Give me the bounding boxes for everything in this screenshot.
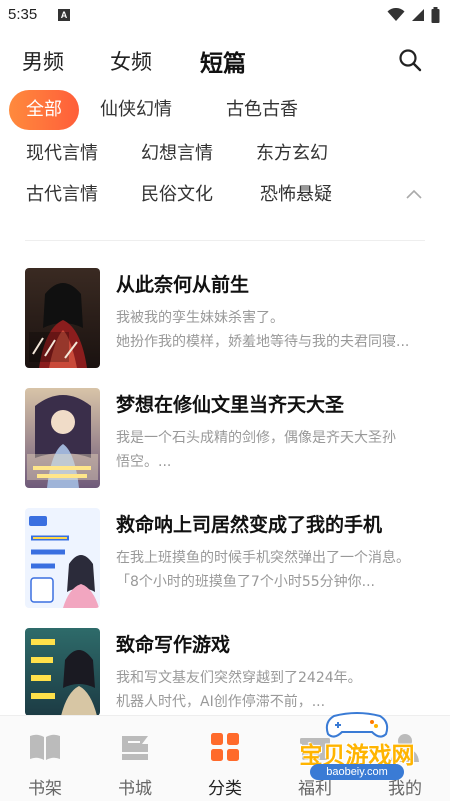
book-cover <box>25 268 100 368</box>
search-icon[interactable] <box>398 48 422 72</box>
divider <box>25 240 425 241</box>
book-item[interactable]: 从此奈何从前生 我被我的孪生妹妹杀害了。 她扮作我的模样，娇羞地等待与我的夫君同… <box>0 268 450 374</box>
book-desc-line: 我和写文基友们突然穿越到了2424年。 <box>116 670 362 686</box>
category-folk-culture[interactable]: 民俗文化 <box>141 177 213 213</box>
book-desc-line: 我被我的孪生妹妹杀害了。 <box>116 310 284 326</box>
category-gusegu[interactable]: 古色古香 <box>226 92 298 128</box>
book-title: 致命写作游戏 <box>116 634 231 656</box>
book-cover <box>25 508 100 608</box>
book-desc-line: 「8个小时的班摸鱼了7个小时55分钟你... <box>116 574 375 590</box>
tab-male[interactable]: 男频 <box>22 46 64 76</box>
status-time: 5:35 <box>8 6 38 23</box>
status-icons <box>387 6 440 24</box>
book-desc-line: 我是一个石头成精的剑修，偶像是齐天大圣孙 <box>116 430 396 446</box>
wifi-icon <box>387 8 405 21</box>
book-cover <box>25 388 100 488</box>
battery-icon <box>431 7 440 23</box>
watermark-url: baobeiy.com <box>310 764 404 780</box>
book-item[interactable]: 梦想在修仙文里当齐天大圣 我是一个石头成精的剑修，偶像是齐天大圣孙 悟空。... <box>0 388 450 494</box>
grid-icon <box>211 733 239 761</box>
nav-bookstore[interactable]: 书城 <box>90 716 180 801</box>
category-row-3: 古代言情 民俗文化 恐怖悬疑 <box>0 177 450 213</box>
book-desc-line: 在我上班摸鱼的时候手机突然弹出了一个消息。 <box>116 550 410 566</box>
category-fantasy-romance[interactable]: 幻想言情 <box>141 136 213 172</box>
book-description: 在我上班摸鱼的时候手机突然弹出了一个消息。 「8个小时的班摸鱼了7个小时55分钟… <box>116 546 428 594</box>
category-all[interactable]: 全部 <box>9 90 79 130</box>
category-ancient-romance[interactable]: 古代言情 <box>26 177 98 213</box>
tab-female[interactable]: 女频 <box>110 46 152 76</box>
category-eastern-fantasy[interactable]: 东方玄幻 <box>256 136 328 172</box>
book-desc-line: 她扮作我的模样，娇羞地等待与我的夫君同寝... <box>116 334 410 350</box>
book-cover <box>25 628 100 716</box>
book-title: 从此奈何从前生 <box>116 274 250 296</box>
category-row-2: 现代言情 幻想言情 东方玄幻 <box>0 136 450 172</box>
book-description: 我和写文基友们突然穿越到了2424年。 机器人时代，AI创作停滞不前，... <box>116 666 428 714</box>
nav-bookshelf[interactable]: 书架 <box>0 716 90 801</box>
book-title: 救命呐上司居然变成了我的手机 <box>116 514 383 536</box>
nav-category[interactable]: 分类 <box>180 716 270 801</box>
book-description: 我是一个石头成精的剑修，偶像是齐天大圣孙 悟空。... <box>116 426 428 474</box>
category-modern-romance[interactable]: 现代言情 <box>26 136 98 172</box>
book-title: 梦想在修仙文里当齐天大圣 <box>116 394 345 416</box>
top-tabs: 男频 女频 短篇 <box>0 44 450 78</box>
book-description: 我被我的孪生妹妹杀害了。 她扮作我的模样，娇羞地等待与我的夫君同寝... <box>116 306 428 354</box>
category-xianxia[interactable]: 仙侠幻情 <box>100 92 172 128</box>
nav-label: 书城 <box>118 779 152 799</box>
tab-short-story[interactable]: 短篇 <box>200 44 246 78</box>
book-item[interactable]: 致命写作游戏 我和写文基友们突然穿越到了2424年。 机器人时代，AI创作停滞不… <box>0 628 450 718</box>
book-item[interactable]: 救命呐上司居然变成了我的手机 在我上班摸鱼的时候手机突然弹出了一个消息。 「8个… <box>0 508 450 614</box>
chevron-up-icon[interactable] <box>404 185 424 205</box>
book-desc-line: 悟空。... <box>116 454 172 470</box>
signal-icon <box>412 9 424 21</box>
book-open-icon <box>30 734 60 760</box>
nav-label: 分类 <box>208 779 242 799</box>
status-bar: 5:35 A <box>0 0 450 32</box>
watermark-logo: 宝贝游戏网 baobeiy.com <box>282 710 432 786</box>
nav-label: 书架 <box>28 779 62 799</box>
category-row-1: 全部 仙侠幻情 古色古香 <box>0 90 450 130</box>
category-horror-suspense[interactable]: 恐怖悬疑 <box>260 177 332 213</box>
notification-icon: A <box>58 9 70 21</box>
bookstore-icon <box>122 736 148 760</box>
